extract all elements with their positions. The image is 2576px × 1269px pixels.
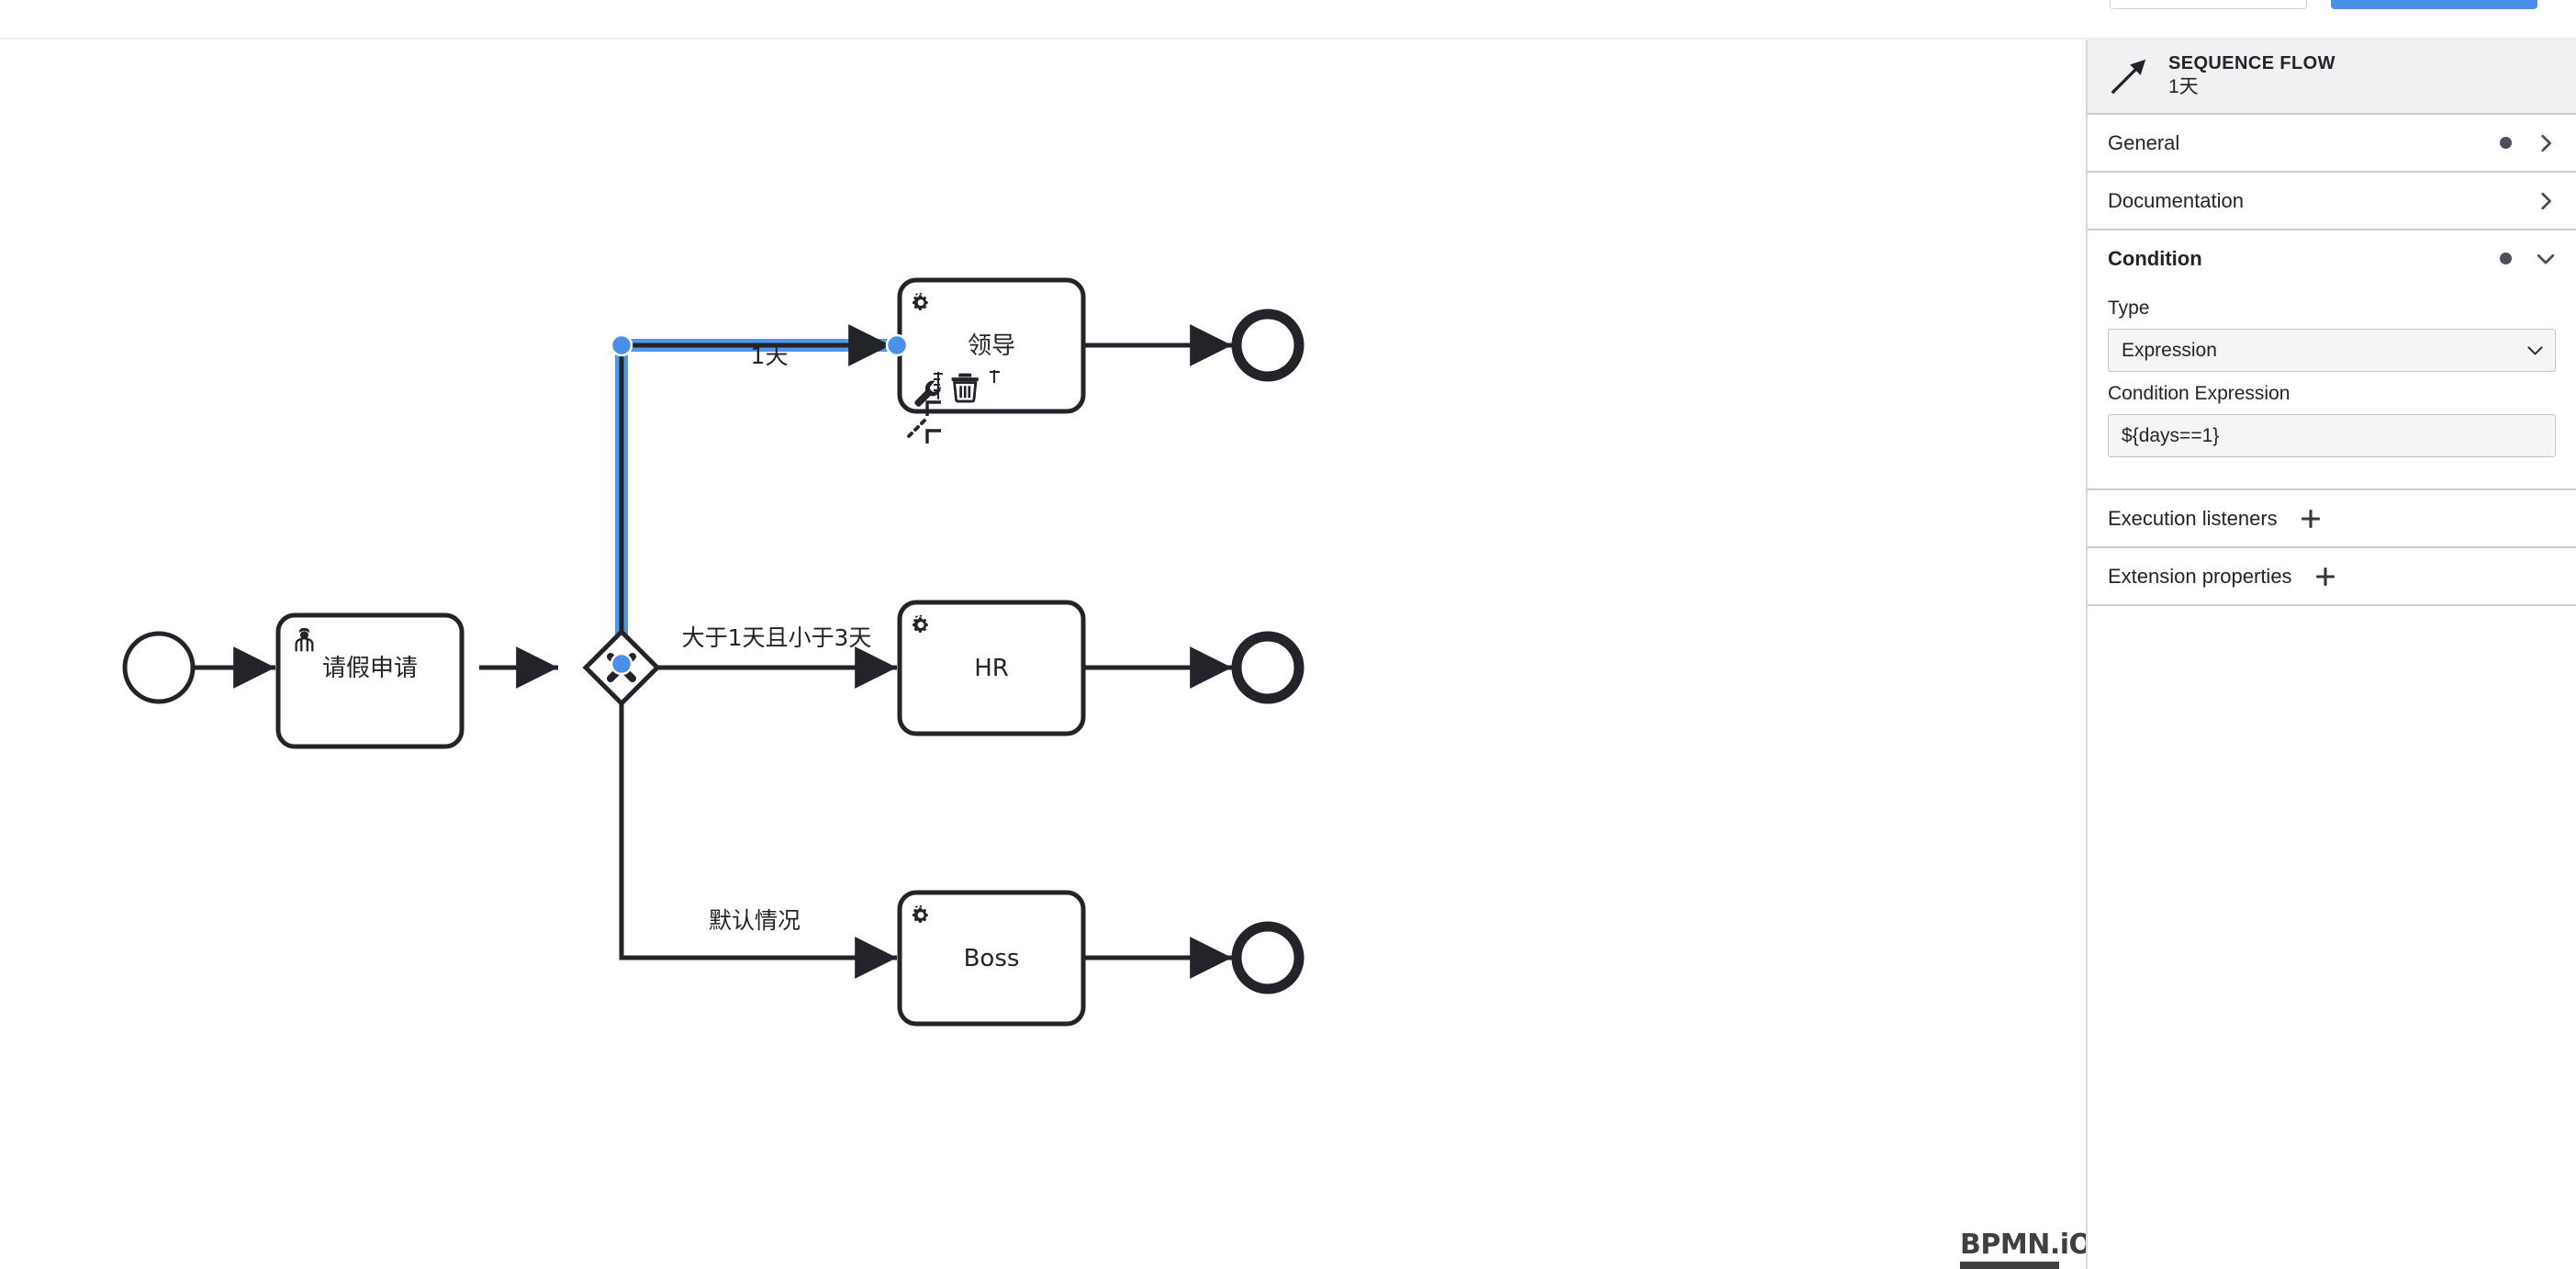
task-boss-label: Boss [964, 945, 1020, 972]
add-execution-listener-icon[interactable] [2300, 508, 2322, 530]
group-status-dot-condition [2500, 253, 2512, 264]
group-documentation: Documentation [2088, 173, 2576, 230]
task-hr-label: HR [974, 655, 1009, 682]
bpmn-io-logo-text: BPMN.iO [1960, 1229, 2086, 1261]
field-label-type: Type [2108, 298, 2150, 319]
bpmn-io-logo-bar [1960, 1262, 2059, 1269]
top-toolbar [0, 0, 2576, 39]
chevron-down-icon[interactable] [2536, 249, 2556, 269]
trash-icon[interactable] [951, 373, 979, 403]
end-event-hr[interactable] [1231, 631, 1305, 704]
end-event-boss[interactable] [1231, 921, 1305, 994]
group-body-condition: Type Expression Condition Expression [2088, 298, 2576, 489]
group-title-extension-properties: Extension properties [2108, 564, 2292, 588]
end-event-leader[interactable] [1231, 309, 1305, 382]
group-extension-properties: Extension properties [2088, 548, 2576, 606]
flow-to-leader-highlight[interactable] [615, 339, 903, 670]
bendpoint-handle-bottom[interactable] [610, 652, 633, 676]
group-title-documentation: Documentation [2108, 188, 2244, 212]
bendpoint-handle-top-right[interactable] [885, 333, 909, 357]
bendpoint-handle-top-left[interactable] [610, 333, 633, 357]
field-condition-expression: Condition Expression [2108, 383, 2556, 457]
toolbar-primary-button[interactable] [2331, 0, 2537, 9]
group-header-extension-properties[interactable]: Extension properties [2088, 548, 2576, 604]
properties-panel: SEQUENCE FLOW 1天 General Documentation C… [2086, 39, 2576, 1269]
add-extension-property-icon[interactable] [2314, 566, 2336, 588]
group-header-general[interactable]: General [2088, 115, 2576, 171]
group-execution-listeners: Execution listeners [2088, 490, 2576, 548]
bpmn-diagram[interactable]: 请假申请 领导 HR Boss 1天 大于1天且小于3天 默认情况 [0, 39, 2086, 1269]
selection-handles[interactable] [610, 333, 909, 676]
field-label-condition-expression: Condition Expression [2108, 383, 2290, 404]
bpmn-io-logo: BPMN.iO [1960, 1229, 2086, 1269]
toolbar-actions [2110, 0, 2537, 9]
task-apply-label: 请假申请 [322, 655, 418, 682]
group-header-documentation[interactable]: Documentation [2088, 173, 2576, 229]
flow-label-1天[interactable]: 1天 [751, 343, 789, 369]
condition-type-select[interactable]: Expression [2108, 329, 2556, 372]
flow-label-mid[interactable]: 大于1天且小于3天 [682, 624, 872, 651]
field-control-type: Expression [2108, 329, 2556, 372]
toolbar-secondary-button[interactable] [2110, 0, 2307, 9]
element-name-label: 1天 [2168, 76, 2199, 98]
properties-panel-header-text: SEQUENCE FLOW 1天 [2168, 52, 2335, 100]
properties-panel-header: SEQUENCE FLOW 1天 [2088, 39, 2576, 115]
task-user-apply[interactable]: 请假申请 [275, 612, 465, 749]
element-type-label: SEQUENCE FLOW [2168, 52, 2335, 73]
task-leader-label: 领导 [968, 332, 1015, 360]
sequence-flow-icon [2111, 59, 2146, 95]
field-control-condition-expression [2108, 414, 2556, 457]
group-header-condition[interactable]: Condition [2088, 230, 2576, 286]
start-event[interactable] [122, 631, 196, 704]
condition-expression-input[interactable] [2108, 414, 2556, 457]
chevron-right-icon[interactable] [2536, 191, 2556, 211]
group-status-dot-general [2500, 137, 2512, 149]
chevron-right-icon[interactable] [2536, 133, 2556, 153]
flow-label-default[interactable]: 默认情况 [709, 907, 801, 934]
group-condition: Condition Type Expression Condition Expr… [2088, 230, 2576, 490]
task-service-boss[interactable]: Boss [897, 890, 1086, 1027]
group-title-execution-listeners: Execution listeners [2108, 506, 2278, 530]
group-title-condition: Condition [2108, 246, 2202, 270]
bpmn-canvas[interactable]: 请假申请 领导 HR Boss 1天 大于1天且小于3天 默认情况 BPMN.i… [0, 39, 2086, 1269]
group-general: General [2088, 115, 2576, 173]
field-type: Type Expression [2108, 298, 2556, 372]
flow-to-leader[interactable] [619, 324, 890, 664]
task-service-hr[interactable]: HR [897, 600, 1086, 736]
group-header-execution-listeners[interactable]: Execution listeners [2088, 490, 2576, 546]
group-title-general: General [2108, 130, 2180, 154]
